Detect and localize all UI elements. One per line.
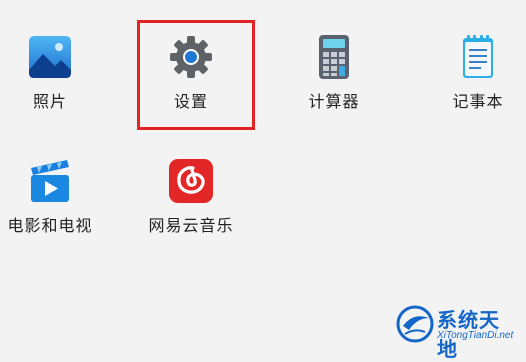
app-tile-netease-music[interactable]: 网易云音乐 [141,158,241,258]
app-tile-notepad[interactable]: 记事本 [428,34,526,134]
app-tile-photos[interactable]: 照片 [0,34,100,134]
watermark: 系统天地 XiTongTianDi.net [395,302,520,361]
app-tile-settings[interactable]: 设置 [141,34,241,134]
app-label-photos: 照片 [32,92,67,111]
app-label-calculator: 计算器 [308,92,360,111]
photos-icon [29,36,71,78]
app-label-movies-tv: 电影和电视 [7,216,93,235]
netease-music-icon [169,159,213,203]
watermark-logo-icon [396,305,434,343]
app-label-notepad: 记事本 [452,92,504,111]
app-label-settings: 设置 [173,92,208,111]
watermark-subtitle: XiTongTianDi.net [437,330,514,341]
movies-tv-icon [31,160,69,202]
app-tile-calculator[interactable]: 计算器 [284,34,384,134]
app-tile-movies-tv[interactable]: 电影和电视 [0,158,100,258]
app-label-netease-music: 网易云音乐 [148,216,234,235]
settings-gear-icon [170,36,212,78]
calculator-icon [319,35,349,79]
notepad-icon [463,35,493,78]
